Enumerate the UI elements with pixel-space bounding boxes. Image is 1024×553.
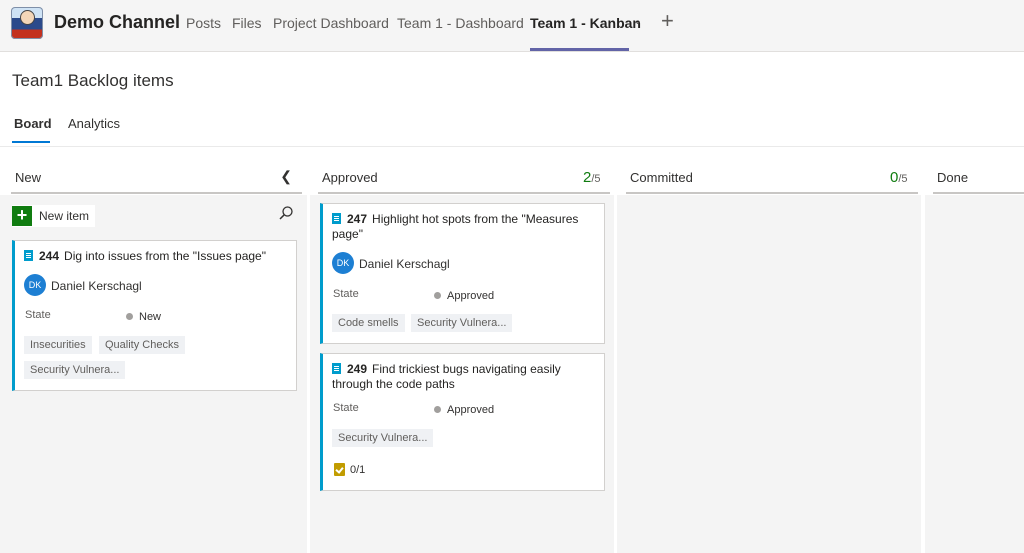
tag: Security Vulnera... [24, 361, 126, 379]
state-text: New [139, 311, 162, 323]
channel-name: Demo Channel [54, 12, 181, 32]
wip-max: /5 [591, 173, 601, 185]
assignee-name[interactable]: Daniel Kerschagl [51, 279, 142, 293]
plus-icon[interactable]: + [661, 8, 674, 34]
tab-board[interactable]: Board [14, 116, 52, 131]
work-item-card[interactable]: 244 Dig into issues from the "Issues page… [12, 240, 297, 391]
tag: Quality Checks [99, 336, 185, 354]
card-title[interactable]: 247 Highlight hot spots from the "Measure… [332, 212, 597, 242]
checklist-icon[interactable] [334, 463, 345, 476]
card-title[interactable]: 244 Dig into issues from the "Issues page… [24, 249, 266, 264]
column-header-done: Done [933, 160, 1024, 194]
column-title: Approved [322, 170, 378, 185]
card-title[interactable]: 249 Find trickiest bugs navigating easily… [332, 362, 597, 392]
tab-files[interactable]: Files [232, 15, 262, 31]
column-header-new: New ❮ [11, 160, 302, 194]
column-header-committed: Committed 0/5 [626, 160, 918, 194]
work-item-title: Highlight hot spots from the "Measures [372, 212, 579, 226]
work-item-id: 244 [39, 249, 60, 263]
new-item-label: New item [39, 209, 90, 223]
work-item-title: Dig into issues from the "Issues page" [64, 249, 266, 263]
active-tab-indicator [530, 48, 629, 51]
tag: Security Vulnera... [411, 314, 513, 332]
channel-header: Demo Channel Posts Files Project Dashboa… [0, 0, 1024, 52]
search-icon[interactable] [278, 205, 294, 221]
work-item-id: 249 [347, 362, 368, 376]
chevron-down-icon[interactable]: ⌄ [633, 14, 642, 27]
state-dot [434, 406, 441, 413]
state-value[interactable]: Approved [434, 404, 494, 416]
tag: Code smells [332, 314, 405, 332]
tab-analytics[interactable]: Analytics [68, 116, 120, 131]
work-item-card[interactable]: 249 Find trickiest bugs navigating easily… [320, 353, 605, 491]
assignee-name[interactable]: Daniel Kerschagl [359, 257, 450, 271]
wip-max: /5 [898, 173, 908, 185]
state-text: Approved [447, 290, 495, 302]
column-title: New [15, 170, 42, 185]
column-header-approved: Approved 2/5 [318, 160, 610, 194]
column-committed [617, 195, 921, 553]
page-title: Team1 Backlog items [12, 71, 174, 90]
plus-icon: + [12, 206, 32, 226]
chevron-left-icon[interactable]: ❮ [280, 168, 292, 185]
tab-team1-dashboard[interactable]: Team 1 - Dashboard [397, 15, 524, 31]
wip-limit: 0/5 [890, 169, 908, 186]
state-text: Approved [447, 404, 495, 416]
divider [0, 146, 1024, 147]
new-item-button[interactable]: + New item [12, 205, 96, 227]
work-item-title-cont: page" [332, 227, 363, 241]
work-item-title-cont: through the code paths [332, 377, 455, 391]
backlog-item-icon [332, 213, 341, 224]
team-logo-icon [11, 7, 43, 39]
state-label: State [25, 309, 51, 321]
checklist-count[interactable]: 0/1 [350, 464, 365, 476]
tab-project-dashboard[interactable]: Project Dashboard [273, 15, 389, 31]
work-item-card[interactable]: 247 Highlight hot spots from the "Measure… [320, 203, 605, 344]
work-item-title: Find trickiest bugs navigating easily [372, 362, 561, 376]
state-dot [434, 292, 441, 299]
backlog-item-icon [332, 363, 341, 374]
tab-posts[interactable]: Posts [186, 15, 221, 31]
state-dot [126, 313, 133, 320]
backlog-item-icon [24, 250, 33, 261]
active-subtab-indicator [12, 141, 50, 143]
work-item-id: 247 [347, 212, 368, 226]
avatar: DK [24, 274, 46, 296]
state-value[interactable]: New [126, 311, 161, 323]
tag: Security Vulnera... [332, 429, 434, 447]
tab-team1-kanban[interactable]: Team 1 - Kanban [530, 15, 641, 31]
column-done [925, 195, 1024, 553]
avatar: DK [332, 252, 354, 274]
state-value[interactable]: Approved [434, 290, 494, 302]
column-title: Committed [630, 170, 693, 185]
state-label: State [333, 288, 359, 300]
tag: Insecurities [24, 336, 92, 354]
wip-limit: 2/5 [583, 169, 601, 186]
column-title: Done [937, 170, 969, 185]
state-label: State [333, 402, 359, 414]
